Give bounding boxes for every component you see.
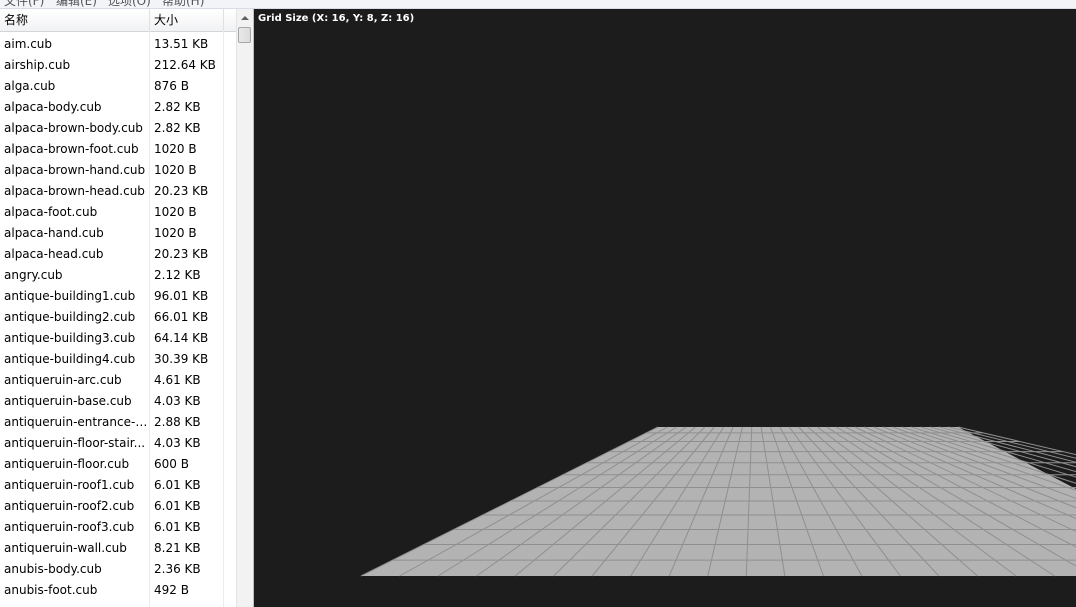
table-row[interactable]: airship.cub 212.64 KB: [0, 55, 236, 76]
file-size-cell: 2.12 KB: [154, 268, 201, 282]
table-row[interactable]: anubis-body.cub 2.36 KB: [0, 559, 236, 580]
table-row[interactable]: aim.cub 13.51 KB: [0, 34, 236, 55]
file-name-cell: antiqueruin-roof2.cub: [4, 499, 135, 513]
table-row[interactable]: antiqueruin-wall.cub 8.21 KB: [0, 538, 236, 559]
scroll-up-button[interactable]: [237, 9, 253, 26]
column-header-name[interactable]: 名称: [0, 9, 150, 31]
file-size-cell: 4.03 KB: [154, 436, 201, 450]
table-row[interactable]: alpaca-hand.cub 1020 B: [0, 223, 236, 244]
file-name-cell: alpaca-brown-head.cub: [4, 184, 145, 198]
table-row[interactable]: antiqueruin-entrance-s... 2.88 KB: [0, 412, 236, 433]
table-row[interactable]: antiqueruin-roof2.cub 6.01 KB: [0, 496, 236, 517]
file-name-cell: anubis-body.cub: [4, 562, 102, 576]
file-size-cell: 64.14 KB: [154, 331, 209, 345]
file-name-cell: anubis-foot.cub: [4, 583, 98, 597]
file-name-cell: antiqueruin-roof1.cub: [4, 478, 135, 492]
table-row[interactable]: alga.cub 876 B: [0, 76, 236, 97]
menu-bar: 文件(F) 编辑(E) 选项(O) 帮助(H): [0, 0, 1076, 9]
file-name-cell: alga.cub: [4, 79, 56, 93]
file-name-cell: alpaca-brown-body.cub: [4, 121, 143, 135]
menu-file[interactable]: 文件(F): [4, 0, 44, 8]
file-name-cell: antique-building2.cub: [4, 310, 136, 324]
file-size-cell: 13.51 KB: [154, 37, 209, 51]
table-row[interactable]: alpaca-brown-hand.cub 1020 B: [0, 160, 236, 181]
file-list: aim.cub 13.51 KB airship.cub 212.64 KB alga.…: [0, 34, 236, 601]
table-row[interactable]: antiqueruin-arc.cub 4.61 KB: [0, 370, 236, 391]
file-size-cell: 1020 B: [154, 142, 197, 156]
table-row[interactable]: alpaca-head.cub 20.23 KB: [0, 244, 236, 265]
file-size-cell: 876 B: [154, 79, 189, 93]
file-name-cell: antique-building1.cub: [4, 289, 136, 303]
file-name-cell: angry.cub: [4, 268, 63, 282]
menu-help[interactable]: 帮助(H): [162, 0, 204, 8]
file-name-cell: antiqueruin-base.cub: [4, 394, 132, 408]
menu-edit[interactable]: 编辑(E): [56, 0, 97, 8]
table-row[interactable]: alpaca-brown-body.cub 2.82 KB: [0, 118, 236, 139]
file-name-cell: alpaca-hand.cub: [4, 226, 104, 240]
table-row[interactable]: alpaca-foot.cub 1020 B: [0, 202, 236, 223]
file-size-cell: 66.01 KB: [154, 310, 209, 324]
file-name-cell: antiqueruin-wall.cub: [4, 541, 127, 555]
file-size-cell: 2.82 KB: [154, 100, 201, 114]
file-size-cell: 96.01 KB: [154, 289, 209, 303]
file-name-cell: alpaca-brown-foot.cub: [4, 142, 139, 156]
file-name-cell: alpaca-body.cub: [4, 100, 102, 114]
scroll-thumb[interactable]: [238, 27, 251, 43]
file-size-cell: 212.64 KB: [154, 58, 216, 72]
file-size-cell: 1020 B: [154, 163, 197, 177]
file-list-panel: 名称 大小 aim.cub 13.51 KB airship.cub 212.64 K…: [0, 9, 254, 607]
grid-floor: [360, 426, 1076, 577]
file-name-cell: alpaca-head.cub: [4, 247, 104, 261]
file-name-cell: airship.cub: [4, 58, 71, 72]
table-row[interactable]: antiqueruin-roof1.cub 6.01 KB: [0, 475, 236, 496]
file-size-cell: 2.88 KB: [154, 415, 201, 429]
chevron-up-icon: [241, 15, 249, 20]
file-name-cell: antiqueruin-arc.cub: [4, 373, 122, 387]
table-row[interactable]: antique-building2.cub 66.01 KB: [0, 307, 236, 328]
file-name-cell: antique-building4.cub: [4, 352, 136, 366]
file-size-cell: 6.01 KB: [154, 499, 201, 513]
3d-viewport[interactable]: Grid Size (X: 16, Y: 8, Z: 16): [254, 9, 1076, 607]
table-row[interactable]: anubis-foot.cub 492 B: [0, 580, 236, 601]
file-size-cell: 4.61 KB: [154, 373, 201, 387]
vertical-scrollbar[interactable]: [236, 9, 253, 607]
file-size-cell: 30.39 KB: [154, 352, 209, 366]
file-name-cell: alpaca-brown-hand.cub: [4, 163, 146, 177]
file-name-cell: antiqueruin-floor-stair...: [4, 436, 146, 450]
file-size-cell: 4.03 KB: [154, 394, 201, 408]
file-size-cell: 6.01 KB: [154, 520, 201, 534]
table-row[interactable]: antiqueruin-base.cub 4.03 KB: [0, 391, 236, 412]
table-row[interactable]: antique-building3.cub 64.14 KB: [0, 328, 236, 349]
table-row[interactable]: alpaca-brown-head.cub 20.23 KB: [0, 181, 236, 202]
column-header-size[interactable]: 大小: [150, 9, 224, 31]
menu-options[interactable]: 选项(O): [108, 0, 151, 8]
file-list-header: 名称 大小: [0, 9, 236, 32]
table-row[interactable]: alpaca-body.cub 2.82 KB: [0, 97, 236, 118]
file-size-cell: 6.01 KB: [154, 478, 201, 492]
file-size-cell: 8.21 KB: [154, 541, 201, 555]
file-name-cell: antiqueruin-floor.cub: [4, 457, 130, 471]
file-name-cell: antique-building3.cub: [4, 331, 136, 345]
file-size-cell: 492 B: [154, 583, 189, 597]
table-row[interactable]: antiqueruin-floor.cub 600 B: [0, 454, 236, 475]
file-size-cell: 20.23 KB: [154, 247, 209, 261]
file-name-cell: antiqueruin-entrance-s...: [4, 415, 149, 429]
file-name-cell: aim.cub: [4, 37, 53, 51]
file-size-cell: 2.82 KB: [154, 121, 201, 135]
file-size-cell: 1020 B: [154, 226, 197, 240]
table-row[interactable]: antique-building1.cub 96.01 KB: [0, 286, 236, 307]
file-name-cell: antiqueruin-roof3.cub: [4, 520, 135, 534]
table-row[interactable]: antiqueruin-roof3.cub 6.01 KB: [0, 517, 236, 538]
table-row[interactable]: alpaca-brown-foot.cub 1020 B: [0, 139, 236, 160]
table-row[interactable]: angry.cub 2.12 KB: [0, 265, 236, 286]
file-name-cell: alpaca-foot.cub: [4, 205, 98, 219]
file-size-cell: 1020 B: [154, 205, 197, 219]
file-size-cell: 2.36 KB: [154, 562, 201, 576]
table-row[interactable]: antiqueruin-floor-stair... 4.03 KB: [0, 433, 236, 454]
file-size-cell: 20.23 KB: [154, 184, 209, 198]
table-row[interactable]: antique-building4.cub 30.39 KB: [0, 349, 236, 370]
floor-plane: [361, 427, 1076, 576]
file-size-cell: 600 B: [154, 457, 189, 471]
